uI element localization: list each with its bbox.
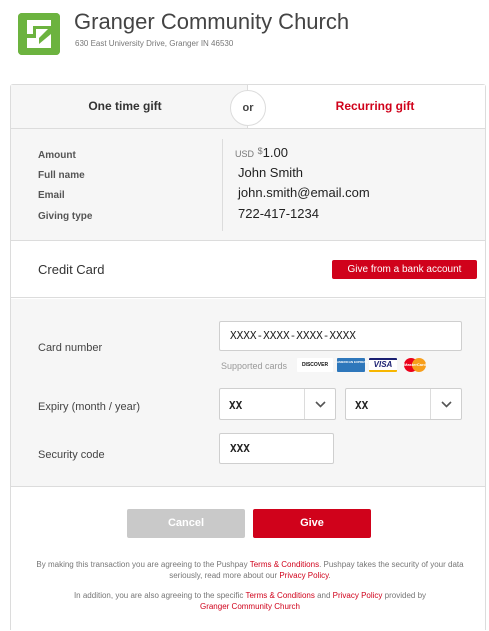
mastercard-label: MasterCard <box>403 362 426 367</box>
legal-text: provided by <box>382 591 427 600</box>
bank-account-button[interactable]: Give from a bank account <box>332 260 477 279</box>
pushpay-terms-link[interactable]: Terms & Conditions <box>250 560 319 569</box>
amount-number: 1.00 <box>262 145 288 160</box>
pushpay-privacy-link[interactable]: Privacy Policy <box>279 571 328 580</box>
giving-type-value: 722-417-1234 <box>238 206 319 221</box>
church-logo-icon <box>18 13 60 55</box>
cancel-button[interactable]: Cancel <box>127 509 245 538</box>
security-code-label: Security code <box>38 449 105 461</box>
legal-text: and <box>314 591 333 600</box>
legal-text: . <box>328 571 331 580</box>
church-privacy-link[interactable]: Privacy Policy <box>333 591 383 600</box>
card-details: Card number XXXX-XXXX-XXXX-XXXX Supporte… <box>11 299 485 487</box>
email-value: john.smith@email.com <box>238 185 370 200</box>
amount-value: USD $1.00 <box>235 145 288 160</box>
expiry-month-select[interactable]: XX <box>219 388 336 420</box>
payment-method-bar: Credit Card Give from a bank account <box>11 242 485 298</box>
full-name-value: John Smith <box>238 165 304 180</box>
expiry-label: Expiry (month / year) <box>38 401 141 413</box>
giving-panel: One time gift Recurring gift or Amount F… <box>10 84 486 631</box>
supported-cards-label: Supported cards <box>221 361 288 371</box>
full-name-label: Full name <box>38 170 85 181</box>
legal-text: By making this transaction you are agree… <box>36 560 250 569</box>
giving-type-label: Giving type <box>38 211 93 222</box>
expiry-year-value: XX <box>355 399 369 412</box>
give-button[interactable]: Give <box>253 509 371 538</box>
card-number-input[interactable]: XXXX-XXXX-XXXX-XXXX <box>219 321 462 351</box>
tab-recurring-gift[interactable]: Recurring gift <box>249 85 485 128</box>
amount-label: Amount <box>38 150 76 161</box>
church-name: Granger Community Church <box>74 9 350 34</box>
tab-one-time-gift[interactable]: One time gift <box>11 85 248 128</box>
discover-icon: DISCOVER <box>297 358 333 372</box>
legal-text-pushpay: By making this transaction you are agree… <box>21 559 479 581</box>
church-terms-link[interactable]: Terms & Conditions <box>245 591 314 600</box>
chevron-down-icon <box>305 389 336 419</box>
gift-type-tabs: One time gift Recurring gift or <box>11 85 485 129</box>
expiry-year-select[interactable]: XX <box>345 388 462 420</box>
card-number-label: Card number <box>38 342 103 354</box>
email-label: Email <box>38 190 65 201</box>
summary-divider <box>222 139 223 231</box>
amount-currency: USD <box>235 149 255 159</box>
gift-summary: Amount Full name Email Giving type USD $… <box>11 129 485 241</box>
church-address: 630 East University Drive, Granger IN 46… <box>75 39 234 48</box>
payment-method-title: Credit Card <box>38 262 105 277</box>
amex-icon: AMERICAN EXPRESS <box>337 358 368 372</box>
church-header: Granger Community Church 630 East Univer… <box>0 0 489 70</box>
expiry-month-value: XX <box>229 399 243 412</box>
security-code-input[interactable]: XXX <box>219 433 334 464</box>
form-actions: Cancel Give By making this transaction y… <box>11 488 485 631</box>
chevron-down-icon <box>431 389 462 419</box>
visa-icon: VISA <box>369 358 397 372</box>
or-separator: or <box>230 90 266 126</box>
mastercard-icon: MasterCard <box>402 358 428 372</box>
church-name-link[interactable]: Granger Community Church <box>200 602 300 611</box>
legal-text: In addition, you are also agreeing to th… <box>73 591 246 600</box>
legal-text-church: In addition, you are also agreeing to th… <box>21 590 479 612</box>
